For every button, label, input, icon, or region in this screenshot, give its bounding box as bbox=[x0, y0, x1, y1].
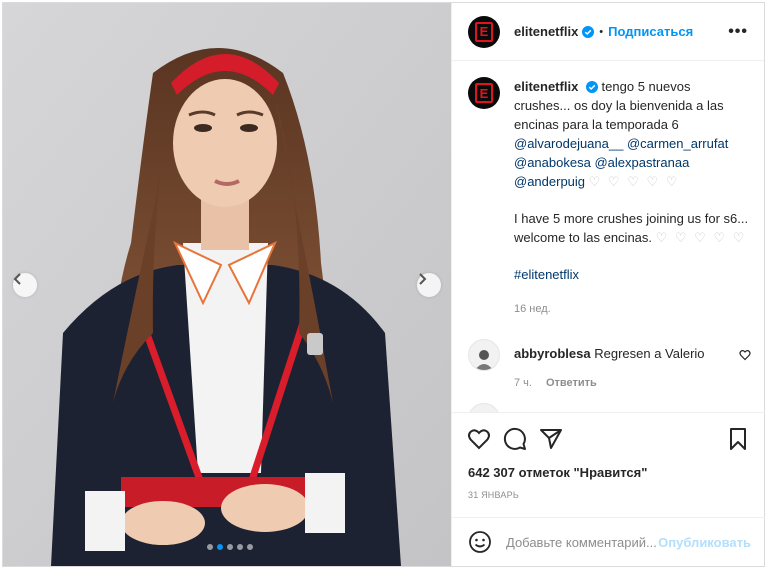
mention-link[interactable]: @alvarodejuana__ bbox=[514, 136, 623, 151]
heart-emojis: ♡ ♡ ♡ ♡ ♡ bbox=[655, 230, 747, 245]
mention-link[interactable]: @anabokesa bbox=[514, 155, 591, 170]
post-date[interactable]: 31 ЯНВАРЬ bbox=[468, 490, 519, 500]
carousel-next-button[interactable] bbox=[417, 273, 441, 297]
person-icon bbox=[475, 350, 493, 370]
comment-body: abbyroblesa :( bbox=[514, 403, 602, 412]
carousel-indicator bbox=[207, 544, 253, 550]
chevron-right-icon bbox=[419, 273, 427, 285]
reply-button[interactable]: Ответить bbox=[546, 377, 597, 389]
comment-icon bbox=[503, 427, 526, 450]
caption: E elitenetflix tengo 5 nuevos crushes...… bbox=[452, 61, 765, 319]
mention-link[interactable]: @alexpastranaa bbox=[594, 155, 689, 170]
share-button[interactable] bbox=[534, 422, 568, 456]
elite-logo-icon: E bbox=[475, 21, 493, 42]
comment-content: Regresen a Valerio bbox=[594, 346, 705, 361]
post-modal: E elitenetflix • Подписаться ••• E elite… bbox=[2, 2, 765, 567]
verified-badge-icon bbox=[582, 25, 595, 38]
avatar[interactable]: E bbox=[468, 15, 500, 48]
mention-link[interactable]: @carmen_arrufat bbox=[627, 136, 728, 151]
comment-input[interactable] bbox=[506, 534, 656, 550]
comment-body: abbyroblesa Regresen a Valerio 7 ч. Ответ… bbox=[514, 339, 705, 389]
post-photo bbox=[3, 3, 451, 566]
more-options-button[interactable]: ••• bbox=[728, 23, 748, 41]
carousel-dot bbox=[237, 544, 243, 550]
mention-link[interactable]: @anderpuig bbox=[514, 174, 585, 189]
separator-dot: • bbox=[599, 25, 604, 38]
comment-text: abbyroblesa Regresen a Valerio bbox=[514, 339, 705, 363]
chevron-left-icon bbox=[13, 273, 21, 285]
heart-emojis: ♡ ♡ ♡ ♡ ♡ bbox=[588, 174, 680, 189]
carousel-prev-button[interactable] bbox=[13, 273, 37, 297]
caption-hashtag-row: #elitenetflix bbox=[514, 265, 749, 284]
caption-username[interactable]: elitenetflix bbox=[514, 79, 578, 94]
publish-button[interactable]: Опубликовать bbox=[658, 535, 751, 550]
comment-text: abbyroblesa :( bbox=[514, 403, 602, 412]
comment-meta: 7 ч. Ответить bbox=[514, 377, 705, 389]
post-media bbox=[3, 3, 451, 566]
heart-icon[interactable] bbox=[739, 349, 751, 361]
likes-count[interactable]: 642 307 отметок "Нравится" bbox=[468, 465, 647, 480]
carousel-dot bbox=[247, 544, 253, 550]
comment-content: :( bbox=[594, 410, 602, 412]
caption-avatar[interactable]: E bbox=[468, 77, 500, 109]
comments-list[interactable]: E elitenetflix tengo 5 nuevos crushes...… bbox=[452, 61, 765, 413]
elite-logo-icon: E bbox=[475, 83, 493, 103]
comment-button[interactable] bbox=[498, 422, 532, 456]
carousel-dot bbox=[207, 544, 213, 550]
verified-badge-icon bbox=[585, 81, 598, 93]
commenter-avatar[interactable] bbox=[468, 339, 500, 371]
bookmark-icon bbox=[730, 428, 746, 450]
post-username[interactable]: elitenetflix bbox=[514, 24, 578, 39]
post-header: E elitenetflix • Подписаться ••• bbox=[452, 3, 764, 61]
comment-username[interactable]: abbyroblesa bbox=[514, 346, 591, 361]
caption-english: I have 5 more crushes joining us for s6.… bbox=[514, 209, 749, 247]
add-comment-bar: Опубликовать bbox=[452, 517, 765, 566]
follow-button[interactable]: Подписаться bbox=[608, 24, 693, 39]
share-icon bbox=[540, 429, 562, 449]
commenter-avatar[interactable] bbox=[468, 403, 500, 413]
emoji-icon[interactable] bbox=[468, 530, 492, 554]
comment-item: abbyroblesa Regresen a Valerio 7 ч. Ответ… bbox=[452, 339, 765, 389]
heart-icon bbox=[468, 429, 490, 450]
comment-time[interactable]: 7 ч. bbox=[514, 377, 532, 389]
comment-item: abbyroblesa :( bbox=[452, 403, 765, 413]
save-button[interactable] bbox=[721, 422, 755, 456]
post-sidebar: E elitenetflix • Подписаться ••• E elite… bbox=[451, 3, 765, 566]
post-actions bbox=[452, 415, 765, 463]
caption-time[interactable]: 16 нед. bbox=[514, 300, 749, 319]
hashtag-link[interactable]: #elitenetflix bbox=[514, 267, 579, 282]
person-icon bbox=[474, 412, 494, 413]
carousel-dot bbox=[217, 544, 223, 550]
like-button[interactable] bbox=[462, 422, 496, 456]
caption-body: elitenetflix tengo 5 nuevos crushes... o… bbox=[514, 77, 749, 319]
carousel-dot bbox=[227, 544, 233, 550]
comment-username[interactable]: abbyroblesa bbox=[514, 410, 591, 412]
